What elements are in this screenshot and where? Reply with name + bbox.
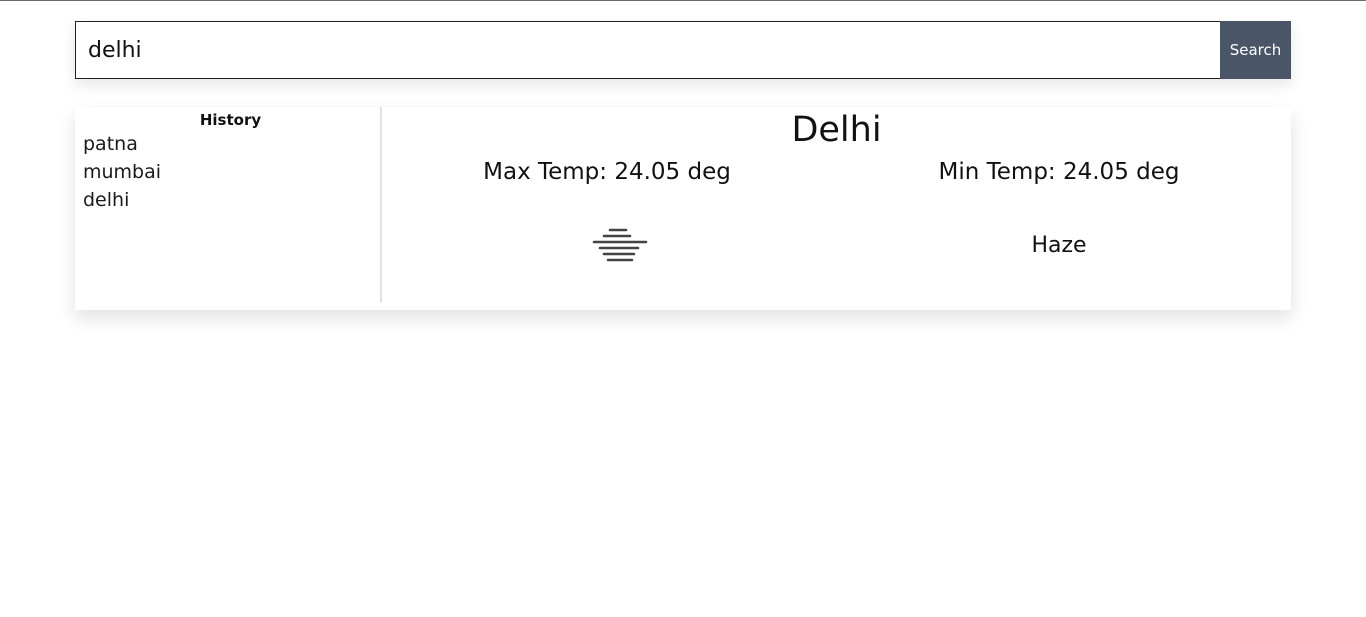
weather-card: History patna mumbai delhi Delhi Max Tem… <box>75 107 1291 310</box>
history-item-patna[interactable]: patna <box>83 130 372 158</box>
max-temp: Max Temp: 24.05 deg <box>483 159 731 185</box>
min-temp: Min Temp: 24.05 deg <box>938 159 1180 185</box>
history-panel: History patna mumbai delhi <box>75 107 382 303</box>
city-name: Delhi <box>791 110 882 150</box>
search-bar: Search <box>75 21 1291 79</box>
history-title: History <box>199 111 262 129</box>
search-input[interactable] <box>75 21 1220 79</box>
history-list: patna mumbai delhi <box>83 130 372 214</box>
top-border <box>0 0 1366 1</box>
haze-icon <box>592 227 648 265</box>
weather-condition: Haze <box>1031 233 1087 258</box>
history-item-mumbai[interactable]: mumbai <box>83 158 372 186</box>
weather-details: Delhi Max Temp: 24.05 deg Min Temp: 24.0… <box>382 107 1291 310</box>
history-item-delhi[interactable]: delhi <box>83 186 372 214</box>
search-button[interactable]: Search <box>1220 21 1291 79</box>
